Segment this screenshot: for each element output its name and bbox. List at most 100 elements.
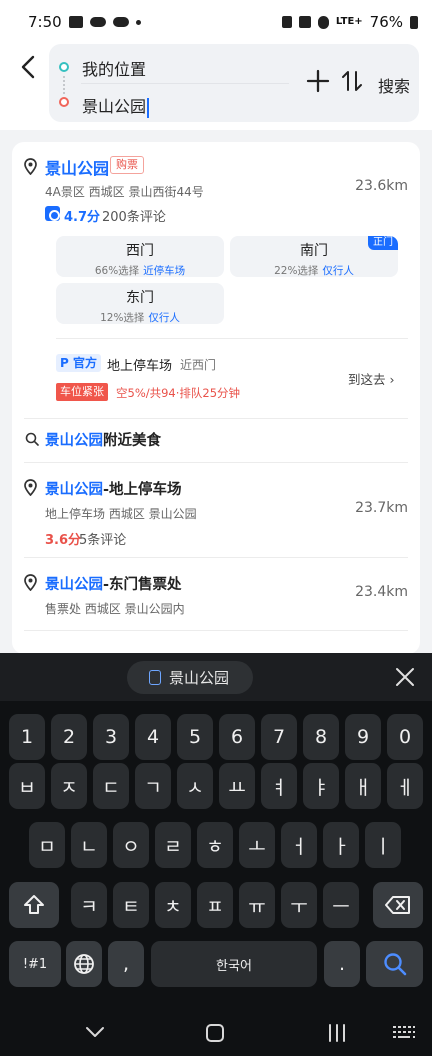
key-number[interactable]: 3 bbox=[93, 714, 129, 760]
key-number[interactable]: 7 bbox=[261, 714, 297, 760]
result-title[interactable]: 景山公园-东门售票处 bbox=[45, 573, 182, 594]
backspace-key[interactable] bbox=[373, 882, 423, 928]
location-pin-icon bbox=[24, 479, 37, 496]
shift-key[interactable] bbox=[9, 882, 59, 928]
suggestion-nearby-food[interactable]: 景山公园附近美食 bbox=[45, 429, 161, 450]
home-icon[interactable] bbox=[204, 1022, 226, 1044]
key-letter[interactable]: ㄷ bbox=[93, 763, 129, 809]
parking-name[interactable]: 地上停车场 bbox=[107, 355, 172, 374]
key-letter[interactable]: ㄹ bbox=[155, 822, 191, 868]
add-waypoint-icon[interactable] bbox=[306, 69, 330, 93]
status-bar: 7:50 LTE+ 76% bbox=[0, 0, 432, 44]
key-number[interactable]: 1 bbox=[9, 714, 45, 760]
key-number[interactable]: 6 bbox=[219, 714, 255, 760]
key-letter[interactable]: ㅜ bbox=[281, 882, 317, 928]
close-icon[interactable] bbox=[393, 665, 417, 689]
route-connector bbox=[63, 76, 65, 94]
keyboard-suggestion-bar: 景山公园 bbox=[0, 653, 432, 701]
search-key[interactable] bbox=[366, 941, 423, 987]
key-letter[interactable]: ㅔ bbox=[387, 763, 423, 809]
result-title[interactable]: 景山公园-地上停车场 bbox=[45, 478, 182, 499]
destination-value: 景山公园 bbox=[82, 97, 147, 116]
origin-field[interactable]: 我的位置 bbox=[82, 56, 146, 80]
suggestion-chip[interactable]: 景山公园 bbox=[127, 661, 253, 694]
destination-dot-icon bbox=[59, 97, 69, 107]
key-number[interactable]: 4 bbox=[135, 714, 171, 760]
mute-icon bbox=[298, 16, 311, 28]
key-letter[interactable]: ㅡ bbox=[323, 882, 359, 928]
key-letter[interactable]: ㅗ bbox=[239, 822, 275, 868]
navigation-bar bbox=[0, 1008, 432, 1056]
key-letter[interactable]: ㅓ bbox=[281, 822, 317, 868]
swap-route-icon[interactable] bbox=[341, 69, 363, 93]
result-suffix: -地上停车场 bbox=[103, 482, 182, 498]
language-key[interactable] bbox=[66, 941, 102, 987]
symbols-key[interactable]: !#1 bbox=[9, 941, 61, 987]
search-button[interactable]: 搜索 bbox=[378, 73, 410, 97]
key-letter[interactable]: ㅛ bbox=[219, 763, 255, 809]
location-pin-icon bbox=[24, 574, 37, 591]
gate-east[interactable]: 东门 12%选择 仅行人 bbox=[56, 283, 224, 324]
gate-name: 西门 bbox=[126, 243, 154, 259]
period-key[interactable]: . bbox=[324, 941, 360, 987]
search-icon bbox=[25, 432, 39, 446]
key-letter[interactable]: ㅊ bbox=[155, 882, 191, 928]
key-letter[interactable]: ㅍ bbox=[197, 882, 233, 928]
key-number[interactable]: 9 bbox=[345, 714, 381, 760]
key-letter[interactable]: ㅂ bbox=[9, 763, 45, 809]
key-letter[interactable]: ㅣ bbox=[365, 822, 401, 868]
key-letter[interactable]: ㅌ bbox=[113, 882, 149, 928]
key-number[interactable]: 2 bbox=[51, 714, 87, 760]
key-number[interactable]: 0 bbox=[387, 714, 423, 760]
hide-keyboard-icon[interactable] bbox=[84, 1021, 106, 1043]
space-key[interactable]: 한국어 bbox=[151, 941, 317, 987]
key-letter[interactable]: ㅠ bbox=[239, 882, 275, 928]
key-letter[interactable]: ㅈ bbox=[51, 763, 87, 809]
search-icon bbox=[383, 953, 406, 976]
sim-icon bbox=[281, 16, 292, 28]
key-letter[interactable]: ㅇ bbox=[113, 822, 149, 868]
back-arrow-icon[interactable] bbox=[16, 54, 42, 80]
key-letter[interactable]: ㅁ bbox=[29, 822, 65, 868]
ticket-badge[interactable]: 购票 bbox=[110, 156, 144, 174]
key-number[interactable]: 5 bbox=[177, 714, 213, 760]
go-there-link[interactable]: 到这去 › bbox=[348, 369, 395, 388]
main-gate-badge: 正门 bbox=[368, 236, 398, 250]
battery-percent: 76% bbox=[369, 13, 403, 31]
key-letter[interactable]: ㅑ bbox=[303, 763, 339, 809]
globe-icon bbox=[74, 954, 94, 974]
clipboard-icon bbox=[149, 670, 161, 685]
rating-source-icon bbox=[45, 206, 60, 221]
suggestion-keyword: 景山公园 bbox=[45, 433, 103, 449]
suggestion-text: 景山公园 bbox=[169, 669, 230, 687]
key-letter[interactable]: ㅏ bbox=[323, 822, 359, 868]
keyboard-switch-icon[interactable] bbox=[392, 1024, 416, 1042]
key-letter[interactable]: ㅐ bbox=[345, 763, 381, 809]
gate-name: 东门 bbox=[126, 290, 154, 306]
result-meta: 地上停车场 西城区 景山公园 bbox=[45, 507, 197, 521]
network-indicator: LTE+ bbox=[335, 16, 363, 27]
destination-field[interactable]: 景山公园 bbox=[82, 93, 150, 118]
result-distance: 23.7km bbox=[355, 500, 408, 516]
route-header: 我的位置 景山公园 搜索 bbox=[0, 44, 432, 130]
location-pin-icon bbox=[24, 158, 37, 175]
official-parking-badge: P 官方 bbox=[56, 354, 101, 372]
recents-icon[interactable] bbox=[326, 1022, 348, 1044]
gate-south[interactable]: 正门 南门 22%选择 仅行人 bbox=[230, 236, 398, 277]
divider bbox=[24, 630, 408, 631]
gate-west[interactable]: 西门 66%选择 近停车场 bbox=[56, 236, 224, 277]
key-letter[interactable]: ㅋ bbox=[71, 882, 107, 928]
key-number[interactable]: 8 bbox=[303, 714, 339, 760]
result-distance: 23.6km bbox=[355, 178, 408, 194]
result-title[interactable]: 景山公园 bbox=[45, 155, 109, 179]
key-letter[interactable]: ㅎ bbox=[197, 822, 233, 868]
result-reviews: 5条评论 bbox=[79, 533, 127, 548]
key-letter[interactable]: ㄴ bbox=[71, 822, 107, 868]
comma-key[interactable]: , bbox=[108, 941, 144, 987]
divider bbox=[24, 462, 408, 463]
search-results: 景山公园 购票 4A景区 西城区 景山西街44号 23.6km 4.7分 200… bbox=[12, 142, 420, 654]
result-distance: 23.4km bbox=[355, 584, 408, 600]
key-letter[interactable]: ㄱ bbox=[135, 763, 171, 809]
key-letter[interactable]: ㅕ bbox=[261, 763, 297, 809]
key-letter[interactable]: ㅅ bbox=[177, 763, 213, 809]
